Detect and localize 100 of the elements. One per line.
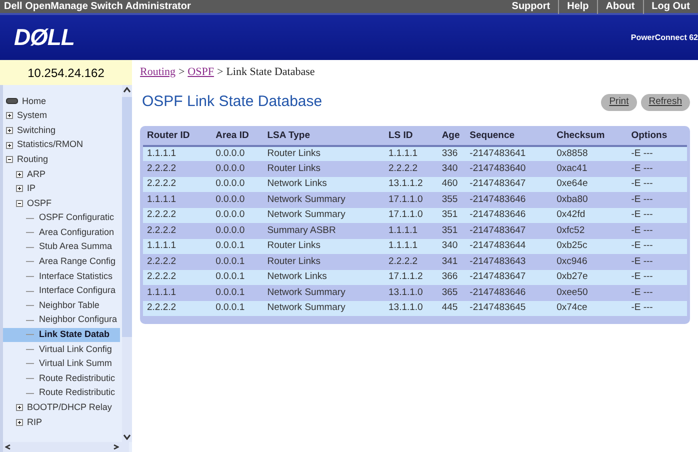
- column-header: Age: [442, 128, 470, 146]
- tree-item[interactable]: Neighbor Table: [38, 298, 100, 312]
- home-icon: [6, 98, 18, 104]
- table-cell: 0.0.0.1: [216, 238, 268, 254]
- scroll-up-icon[interactable]: [123, 87, 131, 93]
- vertical-scrollbar[interactable]: [122, 85, 132, 442]
- top-link[interactable]: Log Out: [642, 0, 698, 14]
- table-cell: 1.1.1.1: [143, 192, 216, 208]
- tree-item[interactable]: Neighbor Configura: [38, 313, 118, 327]
- tree-item[interactable]: OSPF: [26, 196, 53, 210]
- tree-item[interactable]: BOOTP/DHCP Relay: [26, 401, 113, 415]
- tree-item[interactable]: Stub Area Summa: [38, 240, 114, 254]
- table-cell: 340: [442, 238, 470, 254]
- table-cell: 445: [442, 300, 470, 316]
- collapse-icon[interactable]: [6, 156, 13, 164]
- expand-icon[interactable]: [6, 142, 13, 149]
- table-cell: 0xac41: [556, 161, 632, 176]
- expand-icon[interactable]: [16, 404, 23, 412]
- table-cell: 1.1.1.1: [388, 146, 442, 161]
- table-cell: -E ---: [631, 176, 687, 192]
- table-cell: 351: [442, 223, 470, 238]
- tree-item[interactable]: System: [16, 109, 48, 123]
- table-cell: -2147483640: [470, 161, 557, 176]
- tree-item[interactable]: Switching: [16, 124, 57, 138]
- table-cell: -E ---: [631, 238, 687, 254]
- expand-icon[interactable]: [16, 185, 23, 192]
- scroll-left-icon[interactable]: [5, 444, 11, 450]
- table-cell: 0.0.0.1: [216, 300, 268, 316]
- table-cell: 0xe64e: [556, 176, 632, 192]
- action-button[interactable]: Refresh: [640, 94, 690, 111]
- table-cell: Router Links: [267, 238, 388, 254]
- table-cell: 0.0.0.0: [216, 146, 268, 161]
- table-cell: -E ---: [631, 270, 687, 285]
- top-link[interactable]: Help: [558, 0, 597, 14]
- top-link[interactable]: Support: [504, 0, 558, 14]
- table-cell: 351: [442, 208, 470, 223]
- tree-item[interactable]: Virtual Link Config: [38, 342, 113, 356]
- table-cell: 1.1.1.1: [143, 285, 216, 300]
- tree-item[interactable]: Interface Configura: [38, 284, 117, 298]
- table-cell: 13.1.1.2: [388, 176, 442, 192]
- table-cell: Summary ASBR: [267, 223, 388, 238]
- tree-item[interactable]: ARP: [26, 168, 47, 182]
- tree-item[interactable]: IP: [26, 182, 37, 196]
- breadcrumb-link[interactable]: Routing: [140, 64, 176, 81]
- tree-item[interactable]: Route Redistributic: [38, 372, 116, 386]
- table-cell: 0x42fd: [556, 208, 632, 223]
- table-cell: 1.1.1.1: [388, 223, 442, 238]
- collapse-icon[interactable]: [16, 200, 23, 207]
- breadcrumb-separator: >: [178, 65, 185, 80]
- tree-item[interactable]: RIP: [26, 416, 44, 430]
- tree-item[interactable]: Interface Statistics: [38, 270, 114, 284]
- expand-icon[interactable]: [6, 112, 13, 120]
- table-cell: 13.1.1.0: [388, 285, 442, 300]
- scroll-right-icon[interactable]: [113, 444, 119, 450]
- table-cell: Network Summary: [267, 300, 388, 316]
- table-cell: 2.2.2.2: [143, 300, 216, 316]
- table-cell: 17.1.1.0: [388, 192, 442, 208]
- table-cell: 2.2.2.2: [143, 254, 216, 270]
- table-cell: 13.1.1.0: [388, 300, 442, 316]
- tree-item[interactable]: OSPF Configuratic: [38, 211, 116, 225]
- table-cell: Router Links: [267, 161, 388, 176]
- tree-item[interactable]: Virtual Link Summ: [38, 357, 113, 371]
- table-cell: 2.2.2.2: [143, 161, 216, 176]
- tree-item[interactable]: Area Configuration: [38, 226, 116, 240]
- scroll-down-icon[interactable]: [123, 434, 131, 440]
- horizontal-scrollbar[interactable]: [3, 442, 129, 452]
- expand-icon[interactable]: [16, 418, 23, 426]
- table-cell: Network Links: [267, 270, 388, 285]
- scroll-thumb[interactable]: [122, 97, 132, 337]
- page-title: OSPF Link State Database: [142, 92, 322, 112]
- action-button[interactable]: Print: [601, 94, 637, 111]
- tree-item[interactable]: Area Range Config: [38, 255, 117, 269]
- table-cell: Network Links: [267, 176, 388, 192]
- expand-icon[interactable]: [16, 170, 23, 178]
- column-header: Area ID: [216, 128, 268, 146]
- table-cell: 0.0.0.0: [216, 223, 268, 238]
- table-cell: 355: [442, 192, 470, 208]
- tree-item[interactable]: Home: [21, 94, 48, 108]
- table-cell: Router Links: [267, 146, 388, 161]
- model-label: PowerConnect 62: [630, 32, 698, 44]
- table-cell: -E ---: [631, 254, 687, 270]
- table-cell: -2147483645: [470, 300, 557, 316]
- app-title: Dell OpenManage Switch Administrator: [3, 0, 192, 14]
- table-cell: -E ---: [631, 223, 687, 238]
- logo: DØLL: [14, 23, 76, 52]
- breadcrumb-link[interactable]: OSPF: [188, 64, 214, 81]
- table-cell: -E ---: [631, 300, 687, 316]
- top-link[interactable]: About: [596, 0, 643, 14]
- column-header: Sequence: [470, 128, 557, 146]
- table-cell: 2.2.2.2: [143, 176, 216, 192]
- column-header: Options: [631, 128, 687, 146]
- expand-icon[interactable]: [6, 126, 13, 134]
- table-cell: -2147483647: [470, 270, 557, 285]
- table-cell: 0.0.0.0: [216, 208, 268, 223]
- table-cell: -E ---: [631, 285, 687, 300]
- tree-item[interactable]: Routing: [16, 152, 50, 166]
- tree-item[interactable]: Statistics/RMON: [16, 138, 84, 152]
- column-header: Checksum: [556, 128, 632, 146]
- table-cell: 0xfc52: [556, 223, 632, 238]
- tree-item[interactable]: Route Redistributic: [38, 386, 116, 400]
